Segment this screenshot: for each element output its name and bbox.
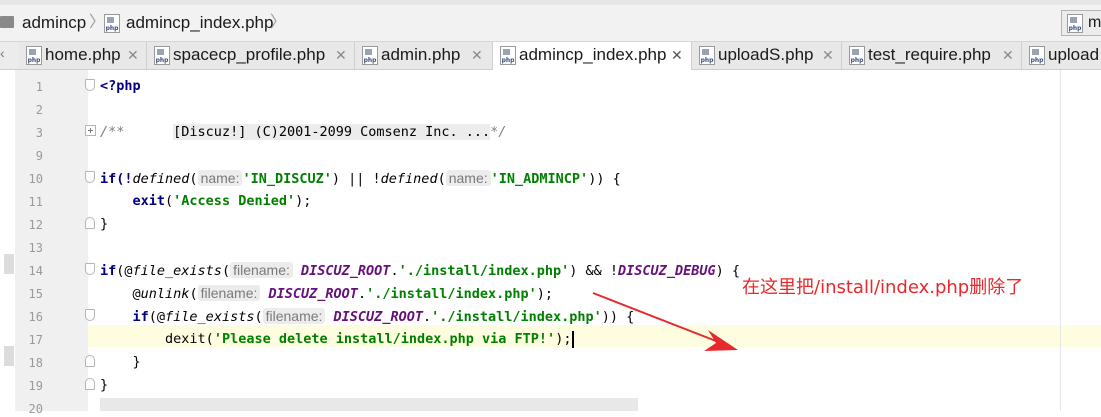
annotation-arrow [592,292,738,351]
annotation-text: 在这里把/install/index.php删除了 [742,277,1024,298]
arrow-head [704,330,738,351]
arrow-line [592,292,717,342]
